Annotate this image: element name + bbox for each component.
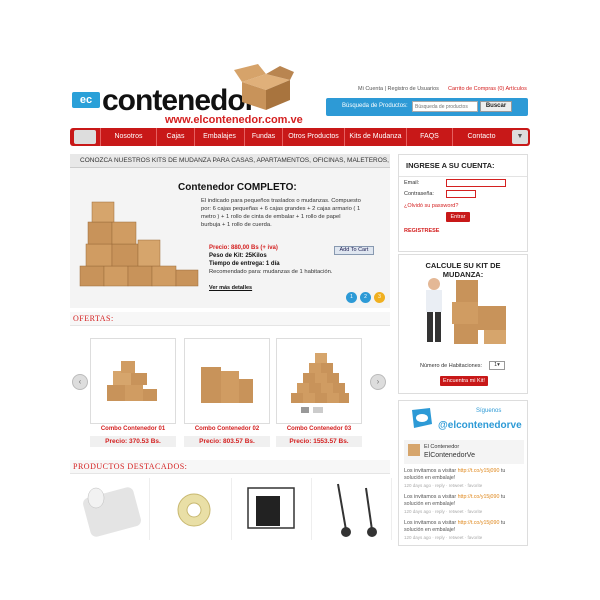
- tweet-item: Los invitamos a visitar http://t.co/y15j…: [404, 520, 524, 542]
- carousel-next-icon[interactable]: ›: [370, 374, 386, 390]
- nav-item-cajas[interactable]: Cajas: [156, 128, 194, 146]
- offer-name[interactable]: Combo Contenedor 01: [90, 426, 176, 432]
- box-bundle-icon: [107, 361, 157, 401]
- search-label: Búsqueda de Productos:: [342, 103, 408, 109]
- offer-card-image[interactable]: [90, 338, 176, 424]
- box-logo-icon: [234, 64, 294, 110]
- add-to-cart-button[interactable]: Add To Cart: [334, 246, 374, 255]
- tweet-item: Los invitamos a visitar http://t.co/y15j…: [404, 494, 524, 516]
- tweet-link[interactable]: http://t.co/y15j090: [458, 494, 500, 500]
- man-with-boxes-image: [426, 278, 506, 344]
- offer-price: Precio: 803.57 Bs.: [184, 436, 270, 447]
- offer-name[interactable]: Combo Contenedor 03: [276, 426, 362, 432]
- nav-item-faqs[interactable]: FAQS: [406, 128, 452, 146]
- home-icon[interactable]: [74, 130, 96, 144]
- pager-dot-2[interactable]: 2: [360, 292, 371, 303]
- offer-name[interactable]: Combo Contenedor 02: [184, 426, 270, 432]
- nav-item-otros-productos[interactable]: Otros Productos: [282, 128, 344, 146]
- feature-title: Contenedor COMPLETO:: [178, 182, 297, 193]
- packing-tape-icon: [177, 493, 211, 527]
- email-field[interactable]: [446, 179, 506, 187]
- featured-products-title: PRODUCTOS DESTACADOS:: [70, 460, 390, 474]
- box-bundle-icon: [201, 367, 253, 403]
- offer-card-image[interactable]: [276, 338, 362, 424]
- tweet-text: Los invitamos a visitar: [404, 520, 458, 526]
- logo-badge[interactable]: ec: [72, 92, 100, 108]
- rooms-label: Número de Habitaciones:: [420, 363, 483, 369]
- nav-item-nosotros[interactable]: Nosotros: [100, 128, 156, 146]
- search-input[interactable]: [412, 101, 478, 112]
- login-title: INGRESE A SU CUENTA:: [399, 155, 527, 177]
- cart-link[interactable]: Carrito de Compras (0) Artículos: [448, 86, 527, 92]
- carousel-prev-icon[interactable]: ‹: [72, 374, 88, 390]
- offers-title: OFERTAS:: [70, 312, 390, 326]
- tweet-meta[interactable]: 120 days ago · reply · retweet · favorit…: [404, 535, 482, 540]
- account-name: El Contenedor: [424, 444, 460, 450]
- password-label: Contraseña:: [404, 191, 434, 197]
- feature-price: Precio: 880,00 Bs (+ iva): [209, 245, 278, 251]
- email-label: Email:: [404, 180, 420, 186]
- register-link[interactable]: REGISTRESE: [404, 228, 439, 234]
- tweet-meta[interactable]: 120 days ago · reply · retweet · favorit…: [404, 483, 482, 488]
- account-handle: ElContenedorVe: [424, 452, 475, 459]
- rooms-select[interactable]: 1▾: [489, 361, 505, 370]
- logo-url[interactable]: www.elcontenedor.com.ve: [165, 114, 303, 126]
- rooms-select-value: 1: [494, 362, 498, 368]
- product-wardrobe-box[interactable]: [236, 478, 312, 540]
- box-pyramid-icon: [291, 353, 349, 413]
- nav-item-kits-de-mudanza[interactable]: Kits de Mudanza: [344, 128, 406, 146]
- wardrobe-box-icon: [247, 487, 295, 529]
- nav-dropdown-icon[interactable]: ▼: [512, 130, 528, 144]
- kits-banner[interactable]: CONOZCA NUESTROS KITS DE MUDANZA PARA CA…: [70, 154, 390, 178]
- hand-truck-icon: [337, 483, 377, 537]
- tweet-meta[interactable]: 120 days ago · reply · retweet · favorit…: [404, 509, 482, 514]
- twitter-handle[interactable]: @elcontenedorve: [438, 420, 522, 431]
- follow-label: Síguenos: [476, 408, 502, 414]
- stacked-boxes-image: [79, 201, 199, 287]
- tweet-item: Los invitamos a visitar http://t.co/y15j…: [404, 468, 524, 490]
- tweet-link[interactable]: http://t.co/y15j090: [458, 468, 500, 474]
- password-field[interactable]: [446, 190, 476, 198]
- tweet-text: Los invitamos a visitar: [404, 468, 458, 474]
- offer-price: Precio: 1553.57 Bs.: [276, 436, 362, 447]
- product-hand-truck[interactable]: [316, 478, 392, 540]
- login-button[interactable]: Entrar: [446, 212, 470, 222]
- offer-card-image[interactable]: [184, 338, 270, 424]
- nav-item-embalajes[interactable]: Embalajes: [194, 128, 244, 146]
- feature-description: El indicado para pequeños traslados o mu…: [201, 198, 361, 228]
- tweet-text: Los invitamos a visitar: [404, 494, 458, 500]
- offer-price: Precio: 370.53 Bs.: [90, 436, 176, 447]
- account-links[interactable]: Mi Cuenta | Registro de Usuarios: [358, 86, 439, 92]
- nav-item-contacto[interactable]: Contacto: [452, 128, 510, 146]
- bubble-wrap-icon: [83, 487, 141, 537]
- search-button[interactable]: Buscar: [480, 101, 512, 112]
- product-bubble-wrap[interactable]: [74, 478, 150, 540]
- feature-weight: Peso de Kit: 25Kilos: [209, 253, 267, 259]
- nav-item-fundas[interactable]: Fundas: [244, 128, 282, 146]
- forgot-password-link[interactable]: ¿Olvidó su password?: [404, 203, 458, 209]
- product-tape[interactable]: [156, 478, 232, 540]
- pager-dot-1[interactable]: 1: [346, 292, 357, 303]
- twitter-bird-icon[interactable]: [408, 406, 434, 430]
- feature-recommended: Recomendado para: mudanzas de 1 habitaci…: [209, 269, 333, 275]
- tweet-link[interactable]: http://t.co/y15j090: [458, 520, 500, 526]
- feature-delivery-time: Tiempo de entrega: 1 día: [209, 261, 280, 267]
- more-details-link[interactable]: Ver más detalles: [209, 285, 252, 291]
- pager-dot-3[interactable]: 3: [374, 292, 385, 303]
- page: ec contenedor www.elcontenedor.com.ve Mi…: [0, 0, 600, 600]
- find-kit-button[interactable]: Encuentra mi Kit!: [440, 376, 488, 386]
- account-avatar: [408, 444, 420, 456]
